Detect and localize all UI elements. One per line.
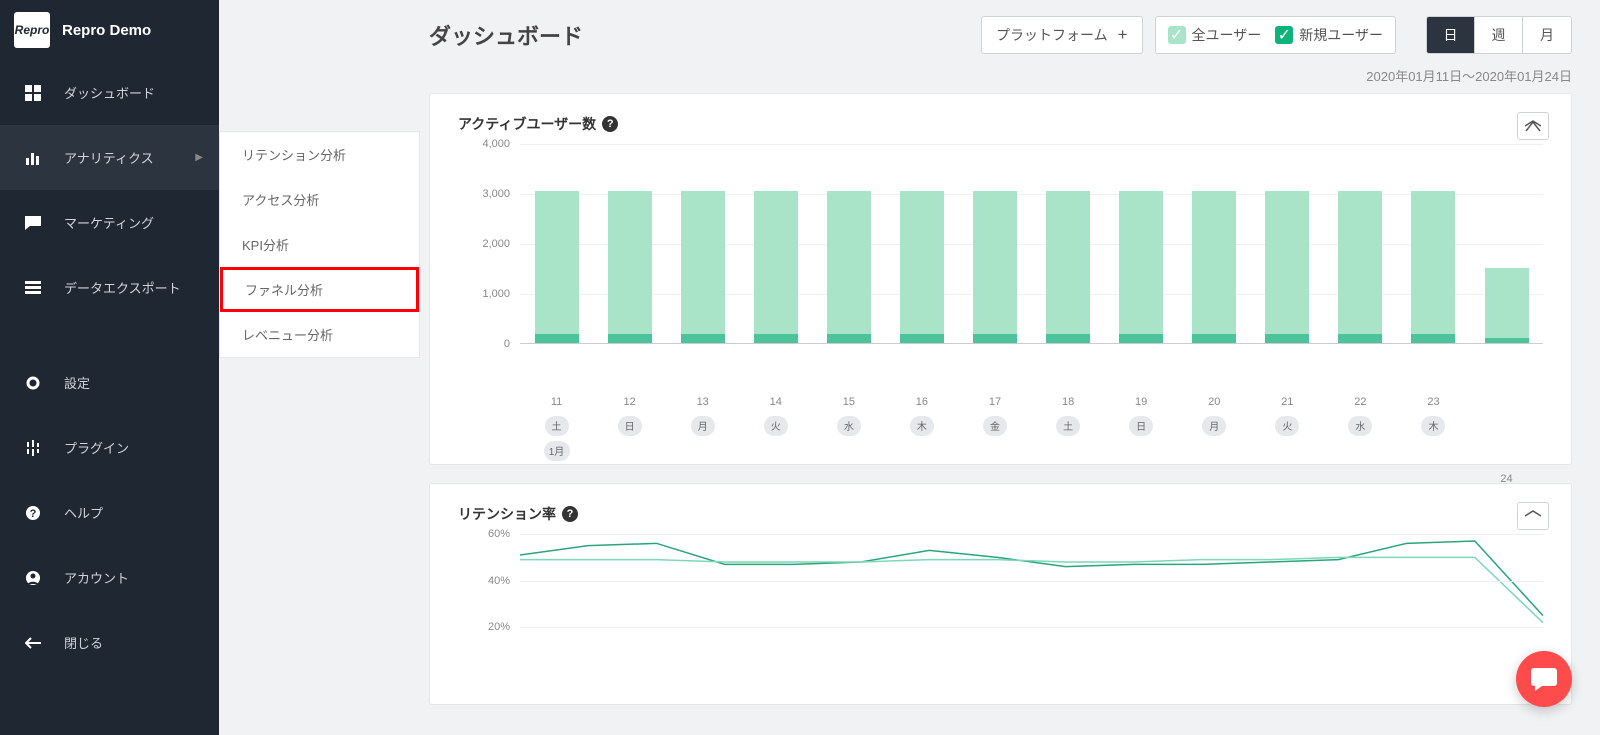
bar-slot[interactable]: 11土1月 [520, 191, 593, 344]
bar-slot[interactable]: 24金 [1470, 268, 1543, 343]
sidebar-item-label: プラグイン [64, 438, 129, 457]
bar-slot[interactable]: 14火 [739, 191, 812, 344]
message-icon [24, 216, 42, 230]
share-button[interactable] [1517, 502, 1549, 530]
bar-slot[interactable]: 22水 [1324, 191, 1397, 344]
sidebar-item-label: 閉じる [64, 633, 103, 652]
main-content: ダッシュボード プラットフォーム + ✓ 全ユーザー ✓ 新規ユーザー 日 週 … [219, 0, 1600, 735]
active-users-card: アクティブユーザー数 ? 01,0002,0003,0004,000 11土1月… [429, 93, 1572, 465]
sidebar-item-export[interactable]: データエクスポート [0, 255, 219, 320]
period-day[interactable]: 日 [1427, 17, 1475, 53]
chevron-right-icon: ▶ [195, 152, 203, 163]
bar-slot[interactable]: 12日 [593, 191, 666, 344]
app-logo: Repro [14, 12, 50, 48]
card-title: リテンション率 [458, 504, 556, 524]
bar-slot[interactable]: 21火 [1251, 191, 1324, 344]
arrow-left-icon [24, 637, 42, 649]
sidebar-item-label: ヘルプ [64, 503, 103, 522]
help-icon[interactable]: ? [602, 116, 618, 132]
submenu-item-revenue[interactable]: レベニュー分析 [220, 312, 419, 357]
bar-slot[interactable]: 19日 [1105, 191, 1178, 344]
sidebar-header: Repro Repro Demo [0, 0, 219, 60]
chat-fab[interactable] [1516, 651, 1572, 707]
bar-slot[interactable]: 16木 [885, 191, 958, 344]
filter-new-label: 新規ユーザー [1299, 25, 1383, 45]
period-toggle: 日 週 月 [1426, 16, 1572, 54]
bar-slot[interactable]: 20月 [1178, 191, 1251, 344]
sidebar-item-label: ダッシュボード [64, 83, 155, 102]
submenu-item-access[interactable]: アクセス分析 [220, 177, 419, 222]
retention-card: リテンション率 ? 20%40%60% [429, 483, 1572, 705]
sidebar-item-account[interactable]: アカウント [0, 545, 219, 610]
analytics-submenu: リテンション分析 アクセス分析 KPI分析 ファネル分析 レベニュー分析 [219, 131, 420, 358]
app-title: Repro Demo [62, 22, 151, 39]
period-month[interactable]: 月 [1523, 17, 1571, 53]
submenu-item-funnel[interactable]: ファネル分析 [220, 267, 419, 312]
bar-chart: 01,0002,0003,0004,000 11土1月12日13月14火15水1… [470, 144, 1543, 394]
line-chart: 20%40%60% [470, 534, 1543, 674]
sidebar-item-help[interactable]: ? ヘルプ [0, 480, 219, 545]
platform-label: プラットフォーム [996, 25, 1108, 45]
sidebar-item-label: 設定 [64, 373, 90, 392]
sidebar-item-close[interactable]: 閉じる [0, 610, 219, 675]
share-button[interactable] [1517, 112, 1549, 140]
plus-icon: + [1118, 25, 1128, 45]
platform-button[interactable]: プラットフォーム + [981, 16, 1143, 54]
filter-all-label: 全ユーザー [1192, 25, 1262, 45]
user-filter-group: ✓ 全ユーザー ✓ 新規ユーザー [1155, 16, 1396, 54]
sidebar-item-settings[interactable]: 設定 [0, 350, 219, 415]
bar-slot[interactable]: 13月 [666, 191, 739, 344]
sidebar-item-label: データエクスポート [64, 278, 181, 297]
page-title: ダッシュボード [429, 19, 583, 51]
sidebar-item-marketing[interactable]: マーケティング [0, 190, 219, 255]
dashboard-icon [24, 85, 42, 101]
help-icon: ? [24, 505, 42, 521]
help-icon[interactable]: ? [562, 506, 578, 522]
sidebar-item-plugin[interactable]: プラグイン [0, 415, 219, 480]
account-icon [24, 570, 42, 586]
sidebar-item-label: マーケティング [64, 213, 154, 232]
bar-slot[interactable]: 15水 [812, 191, 885, 344]
sidebar-item-label: アナリティクス [64, 148, 154, 167]
sidebar: Repro Repro Demo ダッシュボード アナリティクス ▶ マーケティ… [0, 0, 219, 735]
bar-slot[interactable]: 17金 [958, 191, 1031, 344]
submenu-item-retention[interactable]: リテンション分析 [220, 132, 419, 177]
plugin-icon [24, 440, 42, 456]
export-icon [24, 281, 42, 295]
card-title: アクティブユーザー数 [458, 114, 596, 134]
sidebar-item-analytics[interactable]: アナリティクス ▶ [0, 125, 219, 190]
svg-text:?: ? [30, 508, 37, 520]
checkbox-all-users[interactable]: ✓ [1168, 26, 1186, 44]
checkbox-new-users[interactable]: ✓ [1275, 26, 1293, 44]
sidebar-item-dashboard[interactable]: ダッシュボード [0, 60, 219, 125]
bar-slot[interactable]: 18土 [1032, 191, 1105, 344]
submenu-item-kpi[interactable]: KPI分析 [220, 222, 419, 267]
sidebar-item-label: アカウント [64, 568, 129, 587]
bar-slot[interactable]: 23木 [1397, 191, 1470, 344]
gear-icon [24, 375, 42, 391]
date-range: 2020年01月11日～2020年01月24日 [429, 66, 1572, 85]
period-week[interactable]: 週 [1475, 17, 1523, 53]
page-header: ダッシュボード プラットフォーム + ✓ 全ユーザー ✓ 新規ユーザー 日 週 … [429, 0, 1572, 70]
analytics-icon [24, 150, 42, 166]
